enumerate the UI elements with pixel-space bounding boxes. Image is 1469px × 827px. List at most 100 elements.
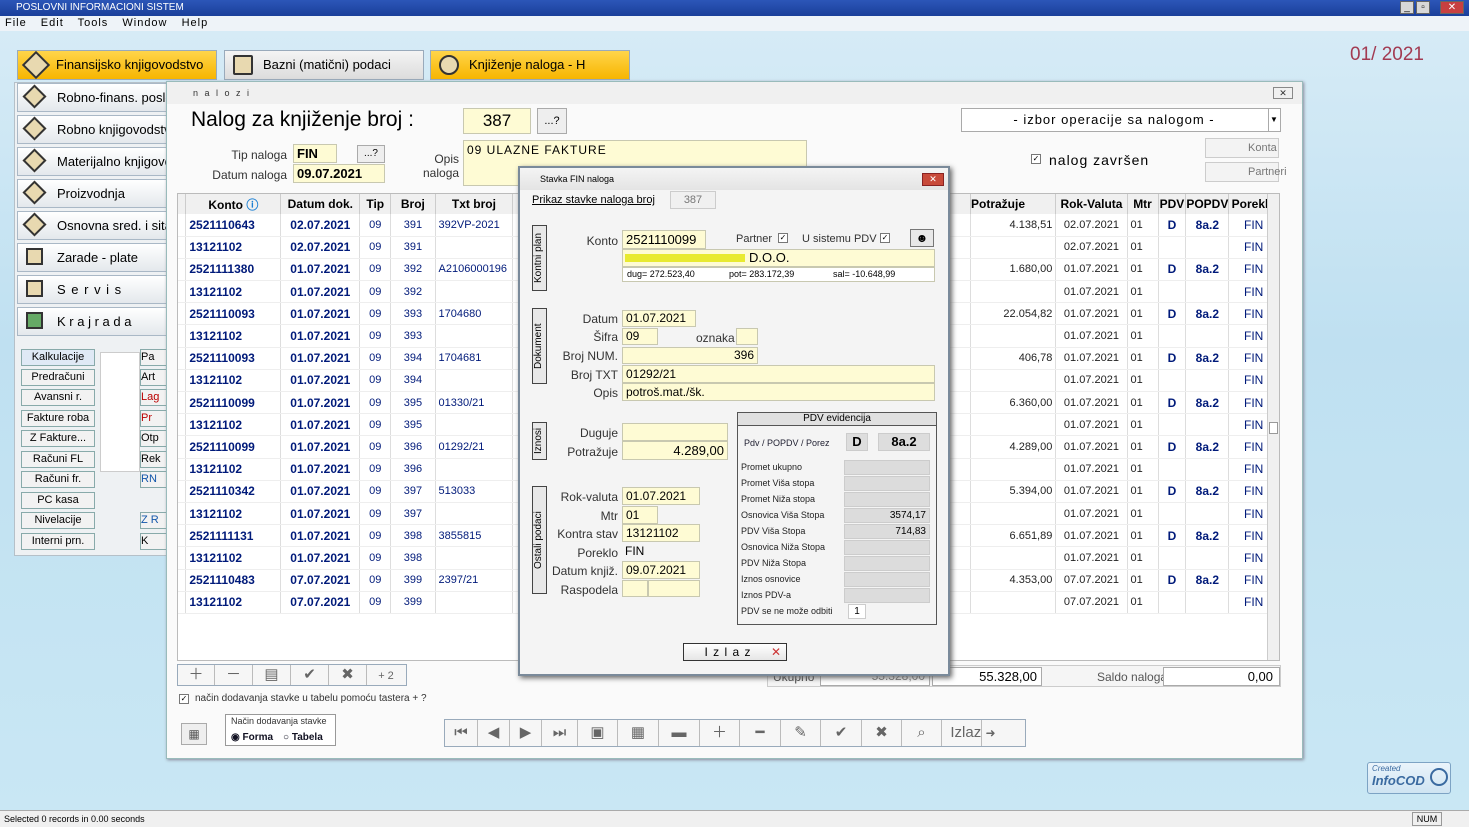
brojtxt-field[interactable]: 01292/21 xyxy=(622,365,935,383)
close-window-icon[interactable]: ✕ xyxy=(1273,87,1293,99)
leftmenu-servis[interactable]: S e r v i s xyxy=(17,275,169,304)
mtr-field[interactable]: 01 xyxy=(622,506,658,524)
restore-button[interactable]: ▫ xyxy=(1416,1,1430,14)
next-record-icon[interactable]: ▶ xyxy=(510,720,542,746)
dlg-datum-field[interactable]: 01.07.2021 xyxy=(622,310,696,327)
k-button[interactable]: K xyxy=(140,533,168,550)
col-popdv[interactable]: POPDV xyxy=(1185,194,1230,214)
nalog-lookup-button[interactable]: ...? xyxy=(537,108,567,134)
calculator-icon[interactable]: ▦ xyxy=(181,723,207,745)
nalog-number-field[interactable]: 387 xyxy=(463,108,531,134)
partneri-button[interactable]: Partneri xyxy=(1205,162,1287,182)
racuni-fr-button[interactable]: Računi fr. xyxy=(21,471,95,488)
datknj-field[interactable]: 09.07.2021 xyxy=(622,561,700,579)
tip-field[interactable]: FIN xyxy=(293,144,337,163)
remove-row-icon[interactable]: － xyxy=(215,665,253,685)
delete-icon[interactable]: ━ xyxy=(740,720,781,746)
col-pdv[interactable]: PDV xyxy=(1158,194,1187,214)
racuni-fl-button[interactable]: Računi FL xyxy=(21,451,95,468)
leftmenu-proizvodnja[interactable]: Proizvodnja xyxy=(17,179,169,208)
save-icon[interactable]: ✔ xyxy=(821,720,862,746)
fakture-roba-button[interactable]: Fakture roba xyxy=(21,410,95,427)
add-two-button[interactable]: + 2 xyxy=(367,666,405,686)
col-tip[interactable]: Tip xyxy=(359,194,392,214)
briefcase-icon[interactable]: ▬ xyxy=(659,720,700,746)
dokument-tab[interactable]: Dokument xyxy=(532,308,547,384)
col-konto[interactable]: Konto ⓘ xyxy=(185,194,282,214)
add-row-icon[interactable]: ＋ xyxy=(178,665,215,685)
tip-lookup-button[interactable]: ...? xyxy=(357,145,385,163)
raspodela-field-1[interactable] xyxy=(622,580,648,597)
confirm-row-icon[interactable]: ✔ xyxy=(291,665,329,685)
raspodela-field-2[interactable] xyxy=(648,580,700,597)
cancel-icon[interactable]: ✖ xyxy=(862,720,902,746)
close-app-button[interactable]: ✕ xyxy=(1440,1,1464,14)
interni-button[interactable]: Interni prn. xyxy=(21,533,95,550)
kalkulacije-button[interactable]: Kalkulacije xyxy=(21,349,95,366)
bazni-podaci-button[interactable]: Bazni (matični) podaci xyxy=(224,50,424,80)
izlaz-dialog-button[interactable]: I z l a z ✕ xyxy=(683,643,787,661)
nacin-checkbox[interactable]: ✓ xyxy=(179,694,189,704)
forma-radio[interactable]: ◉ Forma xyxy=(231,732,273,743)
rok-field[interactable]: 01.07.2021 xyxy=(622,487,700,505)
rn-button[interactable]: RN xyxy=(140,471,168,488)
menu-file[interactable]: File xyxy=(5,17,27,29)
edit-icon[interactable]: ✎ xyxy=(781,720,821,746)
prev-record-icon[interactable]: ◀ xyxy=(478,720,510,746)
brojnum-field[interactable]: 396 xyxy=(622,347,758,364)
dlg-potrazuje-field[interactable]: 4.289,00 xyxy=(622,441,728,460)
datum-field[interactable]: 09.07.2021 xyxy=(293,164,385,183)
pdv-code-field[interactable]: 8a.2 xyxy=(878,433,930,451)
leftmenu-osnovna-sred[interactable]: Osnovna sred. i sitan inv. xyxy=(17,211,169,240)
nivelacije-button[interactable]: Nivelacije xyxy=(21,512,95,529)
col-broj[interactable]: Broj xyxy=(390,194,436,214)
iznosi-tab[interactable]: Iznosi xyxy=(532,422,547,460)
preview-icon[interactable]: ▦ xyxy=(618,720,659,746)
table-scrollbar[interactable] xyxy=(1267,194,1279,660)
kontra-field[interactable]: 13121102 xyxy=(622,524,700,542)
pa-button[interactable]: Pa xyxy=(140,349,168,366)
usistemu-checkbox[interactable]: ✓ xyxy=(880,233,890,243)
duguje-field[interactable] xyxy=(622,423,728,441)
izlaz-nav-button[interactable]: Izlaz ➜ xyxy=(942,720,1004,746)
z-fakture-button[interactable]: Z Fakture... xyxy=(21,430,95,447)
finansijsko-button[interactable]: Finansijsko knjigovodstvo xyxy=(17,50,217,80)
avansni-button[interactable]: Avansni r. xyxy=(21,389,95,406)
last-record-icon[interactable]: ⏭ xyxy=(542,720,578,746)
print-icon[interactable]: ▣ xyxy=(578,720,618,746)
art-button[interactable]: Art xyxy=(140,369,168,386)
close-dialog-icon[interactable]: ✕ xyxy=(922,173,944,186)
add-icon[interactable]: ＋ xyxy=(700,720,740,746)
operacije-dropdown[interactable]: - izbor operacije sa nalogom - ▼ xyxy=(961,108,1281,132)
tabela-radio[interactable]: ○ Tabela xyxy=(283,732,323,743)
leftmenu-robno-finans[interactable]: Robno-finans. poslovanje xyxy=(17,83,169,112)
leftmenu-kraj-rada[interactable]: K r a j r a d a xyxy=(17,307,169,336)
sifra-field[interactable]: 09 xyxy=(622,328,658,345)
oznaka-field[interactable] xyxy=(736,328,758,345)
col-potrazuje[interactable]: Potražuje xyxy=(970,194,1057,214)
konta-button[interactable]: Konta xyxy=(1205,138,1279,158)
menu-help[interactable]: Help xyxy=(182,17,209,29)
cancel-row-icon[interactable]: ✖ xyxy=(329,665,367,685)
partner-checkbox[interactable]: ✓ xyxy=(778,233,788,243)
predracuni-button[interactable]: Predračuni xyxy=(21,369,95,386)
col-txt[interactable]: Txt broj xyxy=(435,194,514,214)
first-record-icon[interactable]: ⏮ xyxy=(445,720,478,746)
leftmenu-materijalno[interactable]: Materijalno knjigovodstvo xyxy=(17,147,169,176)
kontni-plan-tab[interactable]: Kontni plan xyxy=(532,225,547,291)
scroll-thumb[interactable] xyxy=(1269,422,1278,434)
edit-row-icon[interactable]: ▤ xyxy=(253,665,291,685)
otp-button[interactable]: Otp xyxy=(140,430,168,447)
partner-card-icon[interactable]: ☻ xyxy=(910,229,934,247)
leftmenu-zarade[interactable]: Zarade - plate xyxy=(17,243,169,272)
col-mtr[interactable]: Mtr xyxy=(1127,194,1159,214)
menu-tools[interactable]: Tools xyxy=(78,17,109,29)
menu-window[interactable]: Window xyxy=(122,17,167,29)
zavrsen-checkbox[interactable]: ✓ xyxy=(1031,154,1041,164)
pdv-d-field[interactable]: D xyxy=(846,433,868,451)
pr-button[interactable]: Pr xyxy=(140,410,168,427)
knjizenje-naloga-button[interactable]: Knjiženje naloga - H xyxy=(430,50,630,80)
lag-button[interactable]: Lag xyxy=(140,389,168,406)
konto-field[interactable]: 2521110099 xyxy=(622,230,706,249)
minimize-button[interactable]: _ xyxy=(1400,1,1414,14)
